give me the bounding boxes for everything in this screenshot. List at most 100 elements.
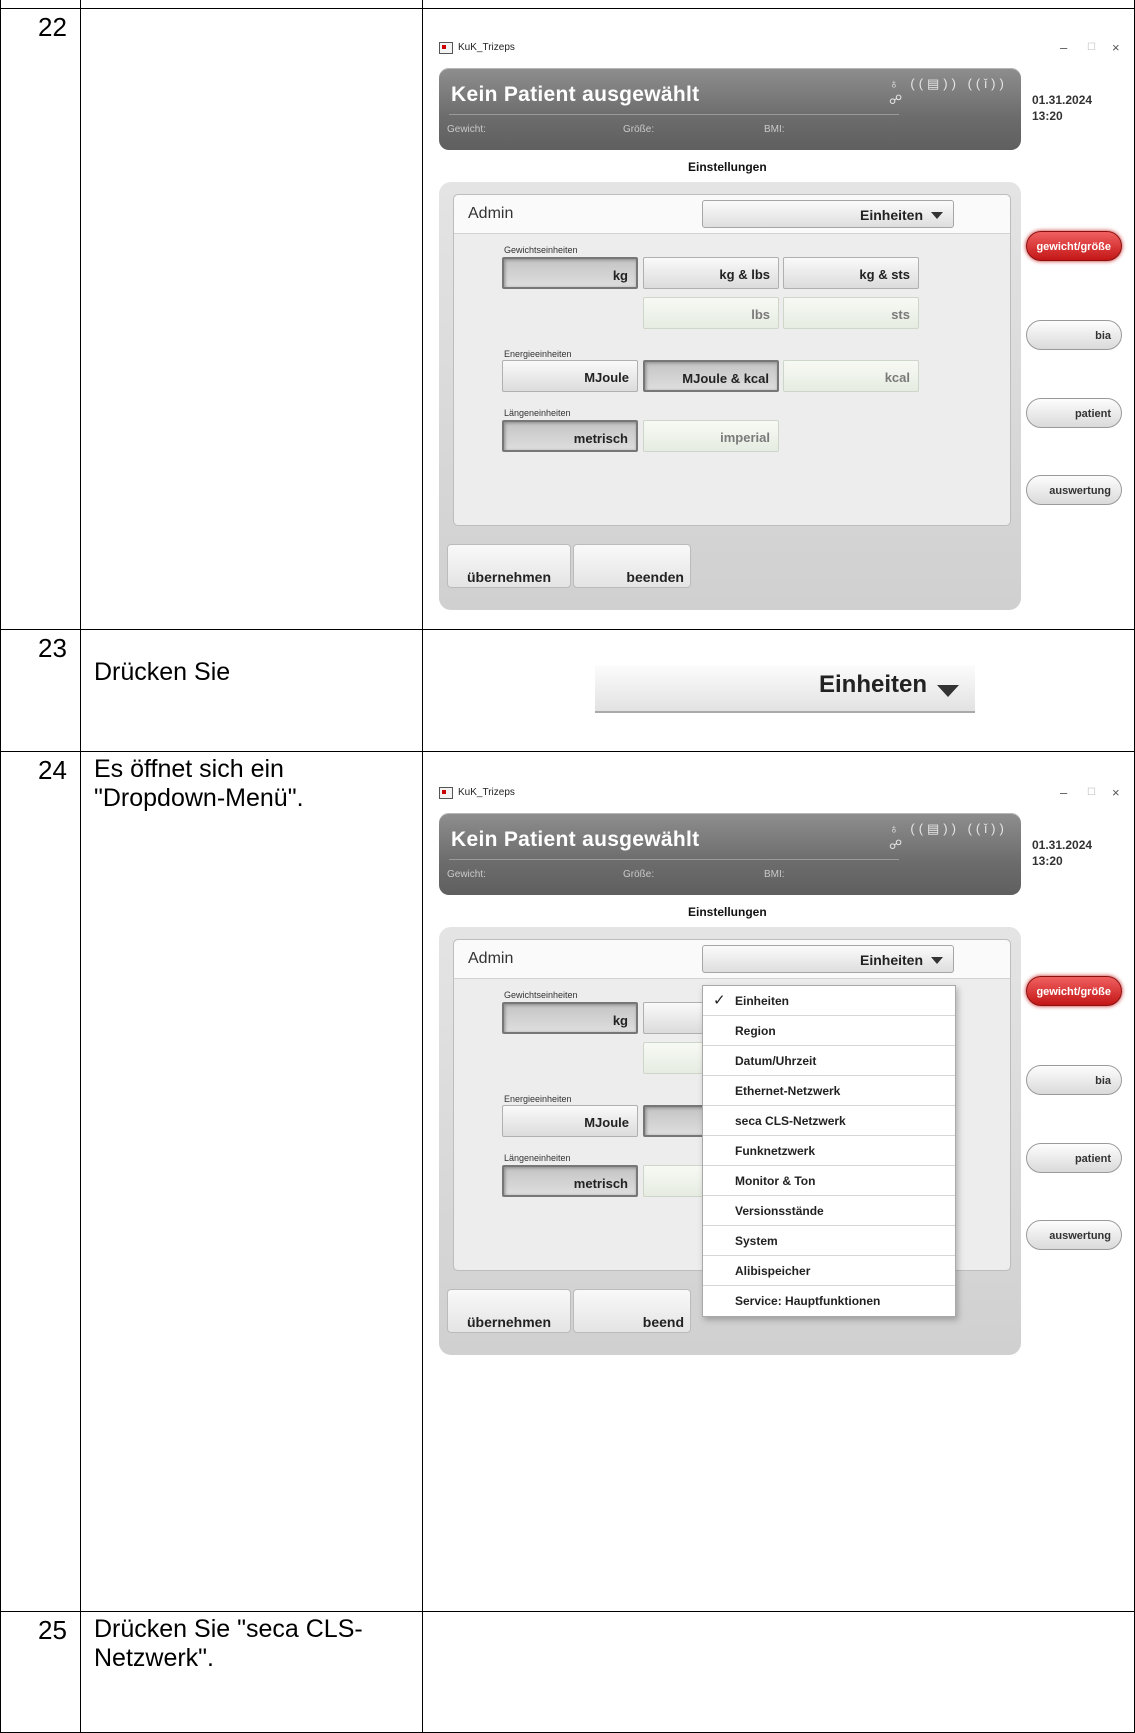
patient-header: Kein Patient ausgewählt ♁ ((▤)) ((ǐ)) ☍ … xyxy=(439,68,1021,150)
unit-kg-button[interactable]: kg xyxy=(502,1002,638,1034)
maximize-icon[interactable]: ☐ xyxy=(1087,42,1096,53)
energy-units-label: Energieeinheiten xyxy=(504,349,572,359)
settings-content: Admin Einheiten Gewichtseinheiten kg kg … xyxy=(453,194,1011,526)
menu-item-einheiten[interactable]: ✓ Einheiten xyxy=(703,986,955,1016)
window-titlebar: KuK_Trizeps – ☐ × xyxy=(436,785,1126,807)
unit-mjoule-button[interactable]: MJoule xyxy=(502,1105,638,1137)
step-text: Drücken Sie xyxy=(94,658,231,686)
datetime: 01.31.2024 13:20 xyxy=(1032,92,1092,124)
weight-label: Gewicht: xyxy=(447,124,486,135)
window-title: KuK_Trizeps xyxy=(458,787,515,798)
time-text: 13:20 xyxy=(1032,109,1063,123)
tab-patient[interactable]: patient xyxy=(1026,398,1122,428)
menu-item-ethernet-netzwerk[interactable]: Ethernet-Netzwerk xyxy=(703,1076,955,1106)
tab-auswertung[interactable]: auswertung xyxy=(1026,475,1122,505)
menu-item-funknetzwerk[interactable]: Funknetzwerk xyxy=(703,1136,955,1166)
menu-item-region[interactable]: Region xyxy=(703,1016,955,1046)
admin-label: Admin xyxy=(468,950,514,967)
length-units-label: Längeneinheiten xyxy=(504,408,571,418)
step-text: Drücken Sie "seca CLS-Netzwerk". xyxy=(94,1615,363,1672)
bmi-label: BMI: xyxy=(764,869,785,880)
minimize-icon[interactable]: – xyxy=(1060,785,1067,800)
weight-units-label: Gewichtseinheiten xyxy=(504,245,578,255)
date-text: 01.31.2024 xyxy=(1032,93,1093,107)
tab-auswertung[interactable]: auswertung xyxy=(1026,1220,1122,1250)
bmi-label: BMI: xyxy=(764,124,785,135)
patient-header: Kein Patient ausgewählt ♁ ((▤)) ((ǐ)) ☍ … xyxy=(439,813,1021,895)
menu-item-service-hauptfunktionen[interactable]: Service: Hauptfunktionen xyxy=(703,1286,955,1316)
unit-kg-button[interactable]: kg xyxy=(502,257,638,289)
patient-name: Kein Patient ausgewählt xyxy=(451,83,700,106)
length-units-label: Längeneinheiten xyxy=(504,1153,571,1163)
settings-panel: Admin Einheiten Gewichtseinheiten kg kg … xyxy=(439,182,1021,610)
window-titlebar: KuK_Trizeps – ☐ × xyxy=(436,40,1126,62)
einheiten-button-crop[interactable]: Einheiten xyxy=(595,665,975,713)
date-text: 01.31.2024 xyxy=(1032,838,1093,852)
app-window: KuK_Trizeps – ☐ × Kein Patient ausgewähl… xyxy=(436,785,1126,1355)
unit-lbs-button[interactable]: lbs xyxy=(643,297,779,329)
unit-kg-sts-button[interactable]: kg & sts xyxy=(783,257,919,289)
chevron-down-icon xyxy=(931,212,943,219)
unit-mjoule-kcal-button[interactable]: MJoule & kcal xyxy=(643,360,779,392)
menu-item-versionsstaende[interactable]: Versionsstände xyxy=(703,1196,955,1226)
exit-button[interactable]: beend xyxy=(573,1289,691,1333)
header-divider xyxy=(449,114,899,115)
app-icon xyxy=(439,787,453,799)
app-icon xyxy=(439,42,453,54)
settings-content: Admin Einheiten Gewichtseinheiten kg Ene… xyxy=(453,939,1011,1317)
dropdown-label: Einheiten xyxy=(859,952,923,968)
section-title: Einstellungen xyxy=(688,160,767,174)
menu-item-seca-cls-netzwerk[interactable]: seca CLS-Netzwerk xyxy=(703,1106,955,1136)
exit-button[interactable]: beenden xyxy=(573,544,691,588)
menu-item-datum-uhrzeit[interactable]: Datum/Uhrzeit xyxy=(703,1046,955,1076)
menu-item-alibispeicher[interactable]: Alibispeicher xyxy=(703,1256,955,1286)
dropdown-label: Einheiten xyxy=(859,207,923,223)
weight-label: Gewicht: xyxy=(447,869,486,880)
close-icon[interactable]: × xyxy=(1112,40,1120,55)
tab-bia[interactable]: bia xyxy=(1026,320,1122,350)
category-dropdown[interactable]: Einheiten xyxy=(702,200,954,228)
col-border xyxy=(80,0,81,1733)
app-window: KuK_Trizeps – ☐ × Kein Patient ausgewähl… xyxy=(436,40,1126,610)
row-border xyxy=(0,629,1135,630)
header-divider xyxy=(449,859,899,860)
unit-mjoule-button[interactable]: MJoule xyxy=(502,360,638,392)
tab-bia[interactable]: bia xyxy=(1026,1065,1122,1095)
chevron-down-icon xyxy=(937,685,959,697)
checkmark-icon: ✓ xyxy=(713,992,726,1009)
apply-button[interactable]: übernehmen xyxy=(447,544,571,588)
tab-patient[interactable]: patient xyxy=(1026,1143,1122,1173)
step-number: 25 xyxy=(38,1615,67,1645)
row-border xyxy=(0,8,1135,9)
time-text: 13:20 xyxy=(1032,854,1063,868)
dropdown-menu: ✓ Einheiten Region Datum/Uhrzeit Ethernet… xyxy=(702,985,956,1317)
category-dropdown[interactable]: Einheiten xyxy=(702,945,954,973)
apply-button[interactable]: übernehmen xyxy=(447,1289,571,1333)
unit-metric-button[interactable]: metrisch xyxy=(502,420,638,452)
section-title: Einstellungen xyxy=(688,905,767,919)
menu-item-monitor-ton[interactable]: Monitor & Ton xyxy=(703,1166,955,1196)
step-text: Es öffnet sich ein "Dropdown-Menü". xyxy=(94,755,304,812)
tab-gewicht-groesse[interactable]: gewicht/größe xyxy=(1026,976,1122,1006)
menu-item-system[interactable]: System xyxy=(703,1226,955,1256)
unit-metric-button[interactable]: metrisch xyxy=(502,1165,638,1197)
unit-sts-button[interactable]: sts xyxy=(783,297,919,329)
row-border xyxy=(0,1611,1135,1612)
unit-kcal-button[interactable]: kcal xyxy=(783,360,919,392)
close-icon[interactable]: × xyxy=(1112,785,1120,800)
height-label: Größe: xyxy=(623,869,655,880)
datetime: 01.31.2024 13:20 xyxy=(1032,837,1092,869)
step-number: 24 xyxy=(38,755,67,785)
patient-name: Kein Patient ausgewählt xyxy=(451,828,700,851)
status-icons: ♁ ((▤)) ((ǐ)) ☍ xyxy=(889,821,1008,852)
step-number: 23 xyxy=(38,633,67,663)
energy-units-label: Energieeinheiten xyxy=(504,1094,572,1104)
admin-bar: Admin Einheiten xyxy=(454,940,1010,979)
unit-kg-lbs-button[interactable]: kg & lbs xyxy=(643,257,779,289)
unit-imperial-button[interactable]: imperial xyxy=(643,420,779,452)
tab-gewicht-groesse[interactable]: gewicht/größe xyxy=(1026,231,1122,261)
admin-label: Admin xyxy=(468,205,514,222)
minimize-icon[interactable]: – xyxy=(1060,40,1067,55)
settings-panel: Admin Einheiten Gewichtseinheiten kg Ene… xyxy=(439,927,1021,1355)
maximize-icon[interactable]: ☐ xyxy=(1087,787,1096,798)
